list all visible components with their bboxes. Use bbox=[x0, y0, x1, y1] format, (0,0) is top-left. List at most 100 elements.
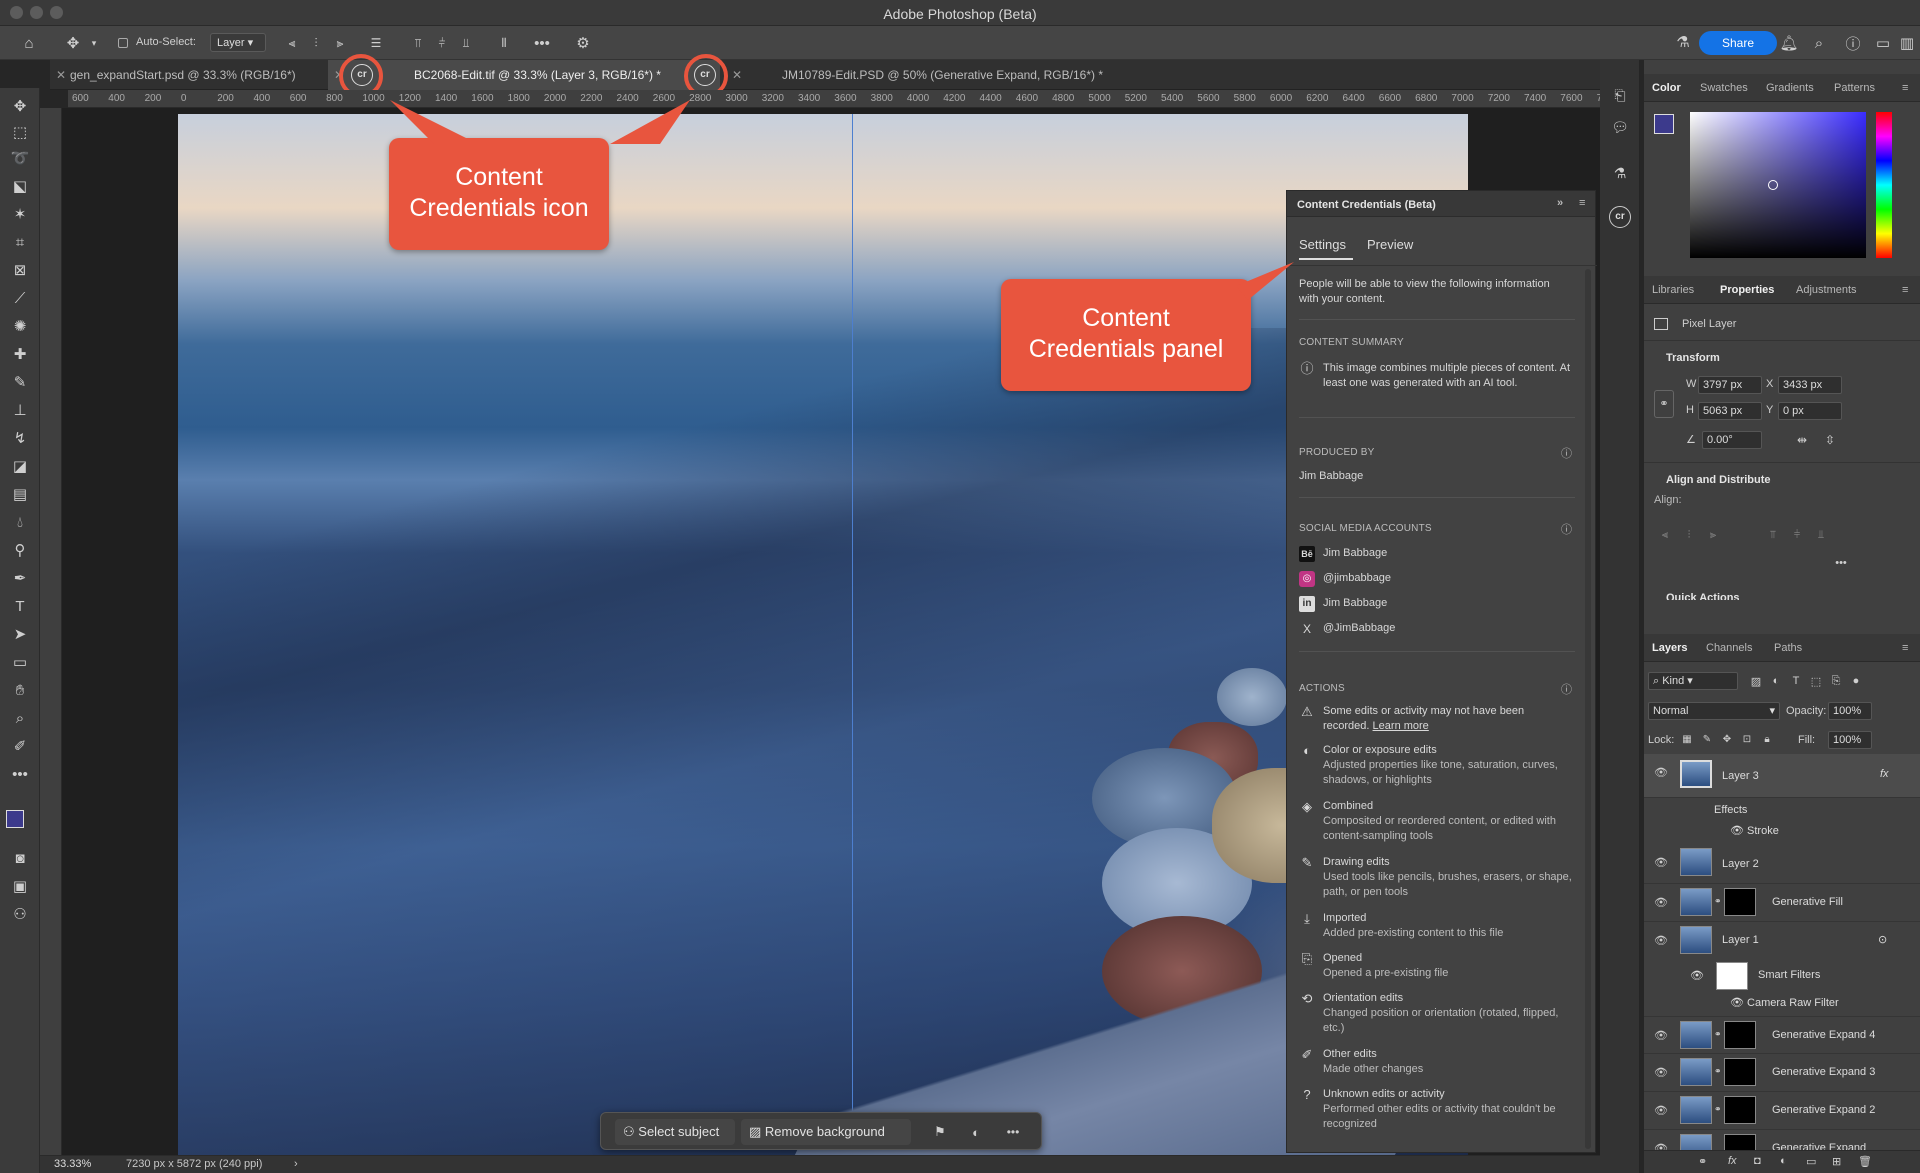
height-field[interactable]: 5063 px bbox=[1698, 402, 1762, 420]
help-icon[interactable]: ⓘ bbox=[1561, 521, 1572, 537]
frame-tool-icon[interactable]: ⊠ bbox=[8, 260, 32, 282]
align-middle-icon[interactable]: ⫩ bbox=[432, 32, 452, 54]
eye-icon[interactable]: 👁︎ bbox=[1730, 825, 1747, 837]
layer-name[interactable]: Generative Expand 4 bbox=[1772, 1029, 1875, 1041]
eye-icon[interactable]: 👁︎ bbox=[1654, 1029, 1668, 1042]
layer-name[interactable]: Generative Fill bbox=[1772, 896, 1843, 908]
social-account[interactable]: Jim Babbage bbox=[1323, 546, 1573, 561]
zoom-level[interactable]: 33.33% bbox=[54, 1158, 91, 1170]
learn-more-link[interactable]: Learn more bbox=[1373, 720, 1429, 732]
layer-mask-thumbnail[interactable] bbox=[1724, 1134, 1756, 1150]
panel-menu-icon[interactable]: ≡ bbox=[1902, 634, 1908, 662]
filter-smart-object-icon[interactable]: ⎘ bbox=[1828, 672, 1844, 690]
close-icon[interactable]: ✕ bbox=[56, 60, 66, 90]
hand-tool-icon[interactable]: ✋︎ bbox=[8, 680, 32, 702]
flip-horizontal-icon[interactable]: ⇹ bbox=[1792, 430, 1812, 450]
color-field[interactable] bbox=[1690, 112, 1866, 258]
zoom-tool-icon[interactable]: ⌕ bbox=[8, 708, 32, 730]
tab-bc2068-edit[interactable]: ✕ BC2068-Edit.tif @ 33.3% (Layer 3, RGB/1… bbox=[328, 60, 720, 90]
type-tool-icon[interactable]: T bbox=[8, 596, 32, 618]
filter-toggle-icon[interactable]: ● bbox=[1848, 672, 1864, 690]
align-right-icon[interactable]: ⫸ bbox=[1704, 526, 1722, 544]
social-account[interactable]: @JimBabbage bbox=[1323, 621, 1573, 636]
align-center-icon[interactable]: ⫶ bbox=[1680, 526, 1698, 544]
layer-name[interactable]: Generative Expand 3 bbox=[1772, 1066, 1875, 1078]
foreground-color-swatch[interactable] bbox=[6, 810, 24, 828]
eye-icon[interactable]: 👁︎ bbox=[1654, 766, 1668, 779]
beta-flask-icon[interactable]: ⚗ bbox=[1609, 162, 1631, 184]
layer-row-generative-expand-3[interactable]: 👁︎ ⚭ Generative Expand 3 bbox=[1644, 1054, 1920, 1092]
search-icon[interactable]: ⌕ bbox=[1808, 32, 1830, 54]
panel-menu-icon[interactable]: ≡ bbox=[1902, 276, 1908, 304]
social-account[interactable]: @jimbabbage bbox=[1323, 571, 1573, 586]
tab-gen-expand-start[interactable]: ✕ gen_expandStart.psd @ 33.3% (RGB/16*) bbox=[50, 60, 320, 90]
eraser-icon[interactable]: ◪ bbox=[8, 456, 32, 478]
color-picker-handle[interactable] bbox=[1768, 180, 1778, 190]
move-tool-icon[interactable]: ✥ bbox=[62, 32, 84, 54]
healing-brush-icon[interactable]: ✚ bbox=[8, 344, 32, 366]
flip-vertical-icon[interactable]: ⇳ bbox=[1820, 430, 1840, 450]
auto-select-dropdown[interactable]: Layer ▾ bbox=[210, 33, 266, 52]
width-field[interactable]: 3797 px bbox=[1698, 376, 1762, 394]
eye-icon[interactable]: 👁︎ bbox=[1654, 896, 1668, 909]
more-options-icon[interactable]: ••• bbox=[1832, 554, 1850, 572]
new-layer-icon[interactable]: ⊞ bbox=[1832, 1155, 1841, 1168]
align-top-icon[interactable]: ⫪ bbox=[408, 32, 428, 54]
tab-swatches[interactable]: Swatches bbox=[1700, 74, 1748, 102]
align-bottom-icon[interactable]: ⫫ bbox=[456, 32, 476, 54]
home-icon[interactable]: ⌂ bbox=[18, 32, 40, 54]
help-icon[interactable]: ⓘ bbox=[1842, 32, 1864, 54]
lock-artboard-icon[interactable]: ⊡ bbox=[1740, 731, 1754, 747]
tab-preview[interactable]: Preview bbox=[1367, 237, 1413, 252]
layer-name[interactable]: Generative Expand 2 bbox=[1772, 1104, 1875, 1116]
tab-libraries[interactable]: Libraries bbox=[1652, 276, 1694, 304]
quick-mask-icon[interactable]: ◙ bbox=[8, 848, 32, 870]
eye-icon[interactable]: 👁︎ bbox=[1654, 856, 1668, 869]
mask-icon[interactable]: ⚑ bbox=[929, 1121, 951, 1143]
layer-row-layer-2[interactable]: 👁︎ Layer 2 bbox=[1644, 844, 1920, 884]
eyedropper-icon[interactable]: ⟋ bbox=[8, 288, 32, 310]
tab-properties[interactable]: Properties bbox=[1720, 276, 1774, 304]
layer-row-generative-expand-2[interactable]: 👁︎ ⚭ Generative Expand 2 bbox=[1644, 1092, 1920, 1130]
y-field[interactable]: 0 px bbox=[1778, 402, 1842, 420]
align-right-icon[interactable]: ⫸ bbox=[330, 32, 350, 54]
share-button[interactable]: Share bbox=[1699, 31, 1777, 55]
lasso-tool-icon[interactable]: ➰ bbox=[8, 148, 32, 170]
layer-row-layer-3[interactable]: 👁︎ Layer 3 fx bbox=[1644, 754, 1920, 798]
select-subject-button[interactable]: ⚇ Select subject bbox=[615, 1119, 735, 1145]
layer-name[interactable]: Layer 1 bbox=[1722, 934, 1759, 946]
rectangle-tool-icon[interactable]: ▭ bbox=[8, 652, 32, 674]
align-left-icon[interactable]: ⫷ bbox=[282, 32, 302, 54]
chevron-right-icon[interactable]: › bbox=[294, 1158, 298, 1170]
more-options-icon[interactable]: ••• bbox=[530, 32, 554, 54]
distribute-vertical-icon[interactable]: ⦀ bbox=[494, 32, 514, 54]
tab-patterns[interactable]: Patterns bbox=[1834, 74, 1875, 102]
share-review-icon[interactable]: ⚇ bbox=[8, 904, 32, 926]
link-icon[interactable]: ⚭ bbox=[1654, 390, 1674, 418]
layer-row-generative-expand[interactable]: 👁︎ Generative Expand bbox=[1644, 1130, 1920, 1150]
adjustment-layer-icon[interactable]: ◐ bbox=[1780, 1155, 1787, 1167]
tab-adjustments[interactable]: Adjustments bbox=[1796, 276, 1857, 304]
align-heading[interactable]: Align and Distribute bbox=[1666, 474, 1771, 486]
filter-pixel-icon[interactable]: ▨ bbox=[1748, 672, 1764, 690]
spot-healing-icon[interactable]: ✺ bbox=[8, 316, 32, 338]
layer-row-generative-fill[interactable]: 👁︎ ⚭ Generative Fill bbox=[1644, 884, 1920, 922]
blend-mode-dropdown[interactable]: Normal ▾ bbox=[1648, 702, 1780, 720]
x-field[interactable]: 3433 px bbox=[1778, 376, 1842, 394]
panel-menu-icon[interactable]: ≡ bbox=[1902, 74, 1908, 102]
align-bottom-icon[interactable]: ⫫ bbox=[1812, 526, 1830, 544]
group-icon[interactable]: ▭ bbox=[1806, 1155, 1816, 1168]
lock-pixels-icon[interactable]: ✎ bbox=[1700, 731, 1714, 747]
layer-mask-thumbnail[interactable] bbox=[1724, 1096, 1756, 1124]
add-mask-icon[interactable]: ◘ bbox=[1754, 1155, 1761, 1167]
social-account[interactable]: Jim Babbage bbox=[1323, 596, 1573, 611]
scrollbar[interactable] bbox=[1585, 269, 1591, 1149]
filter-shape-icon[interactable]: ⬚ bbox=[1808, 672, 1824, 690]
chevron-down-icon[interactable]: ▾ bbox=[88, 34, 100, 52]
align-center-icon[interactable]: ⫶ bbox=[306, 32, 326, 54]
tab-gradients[interactable]: Gradients bbox=[1766, 74, 1814, 102]
quick-actions-heading[interactable]: Quick Actions bbox=[1666, 592, 1740, 600]
workspace-icon[interactable]: ▭ bbox=[1872, 32, 1894, 54]
filter-type-icon[interactable]: T bbox=[1788, 672, 1804, 690]
lock-position-icon[interactable]: ✥ bbox=[1720, 731, 1734, 747]
